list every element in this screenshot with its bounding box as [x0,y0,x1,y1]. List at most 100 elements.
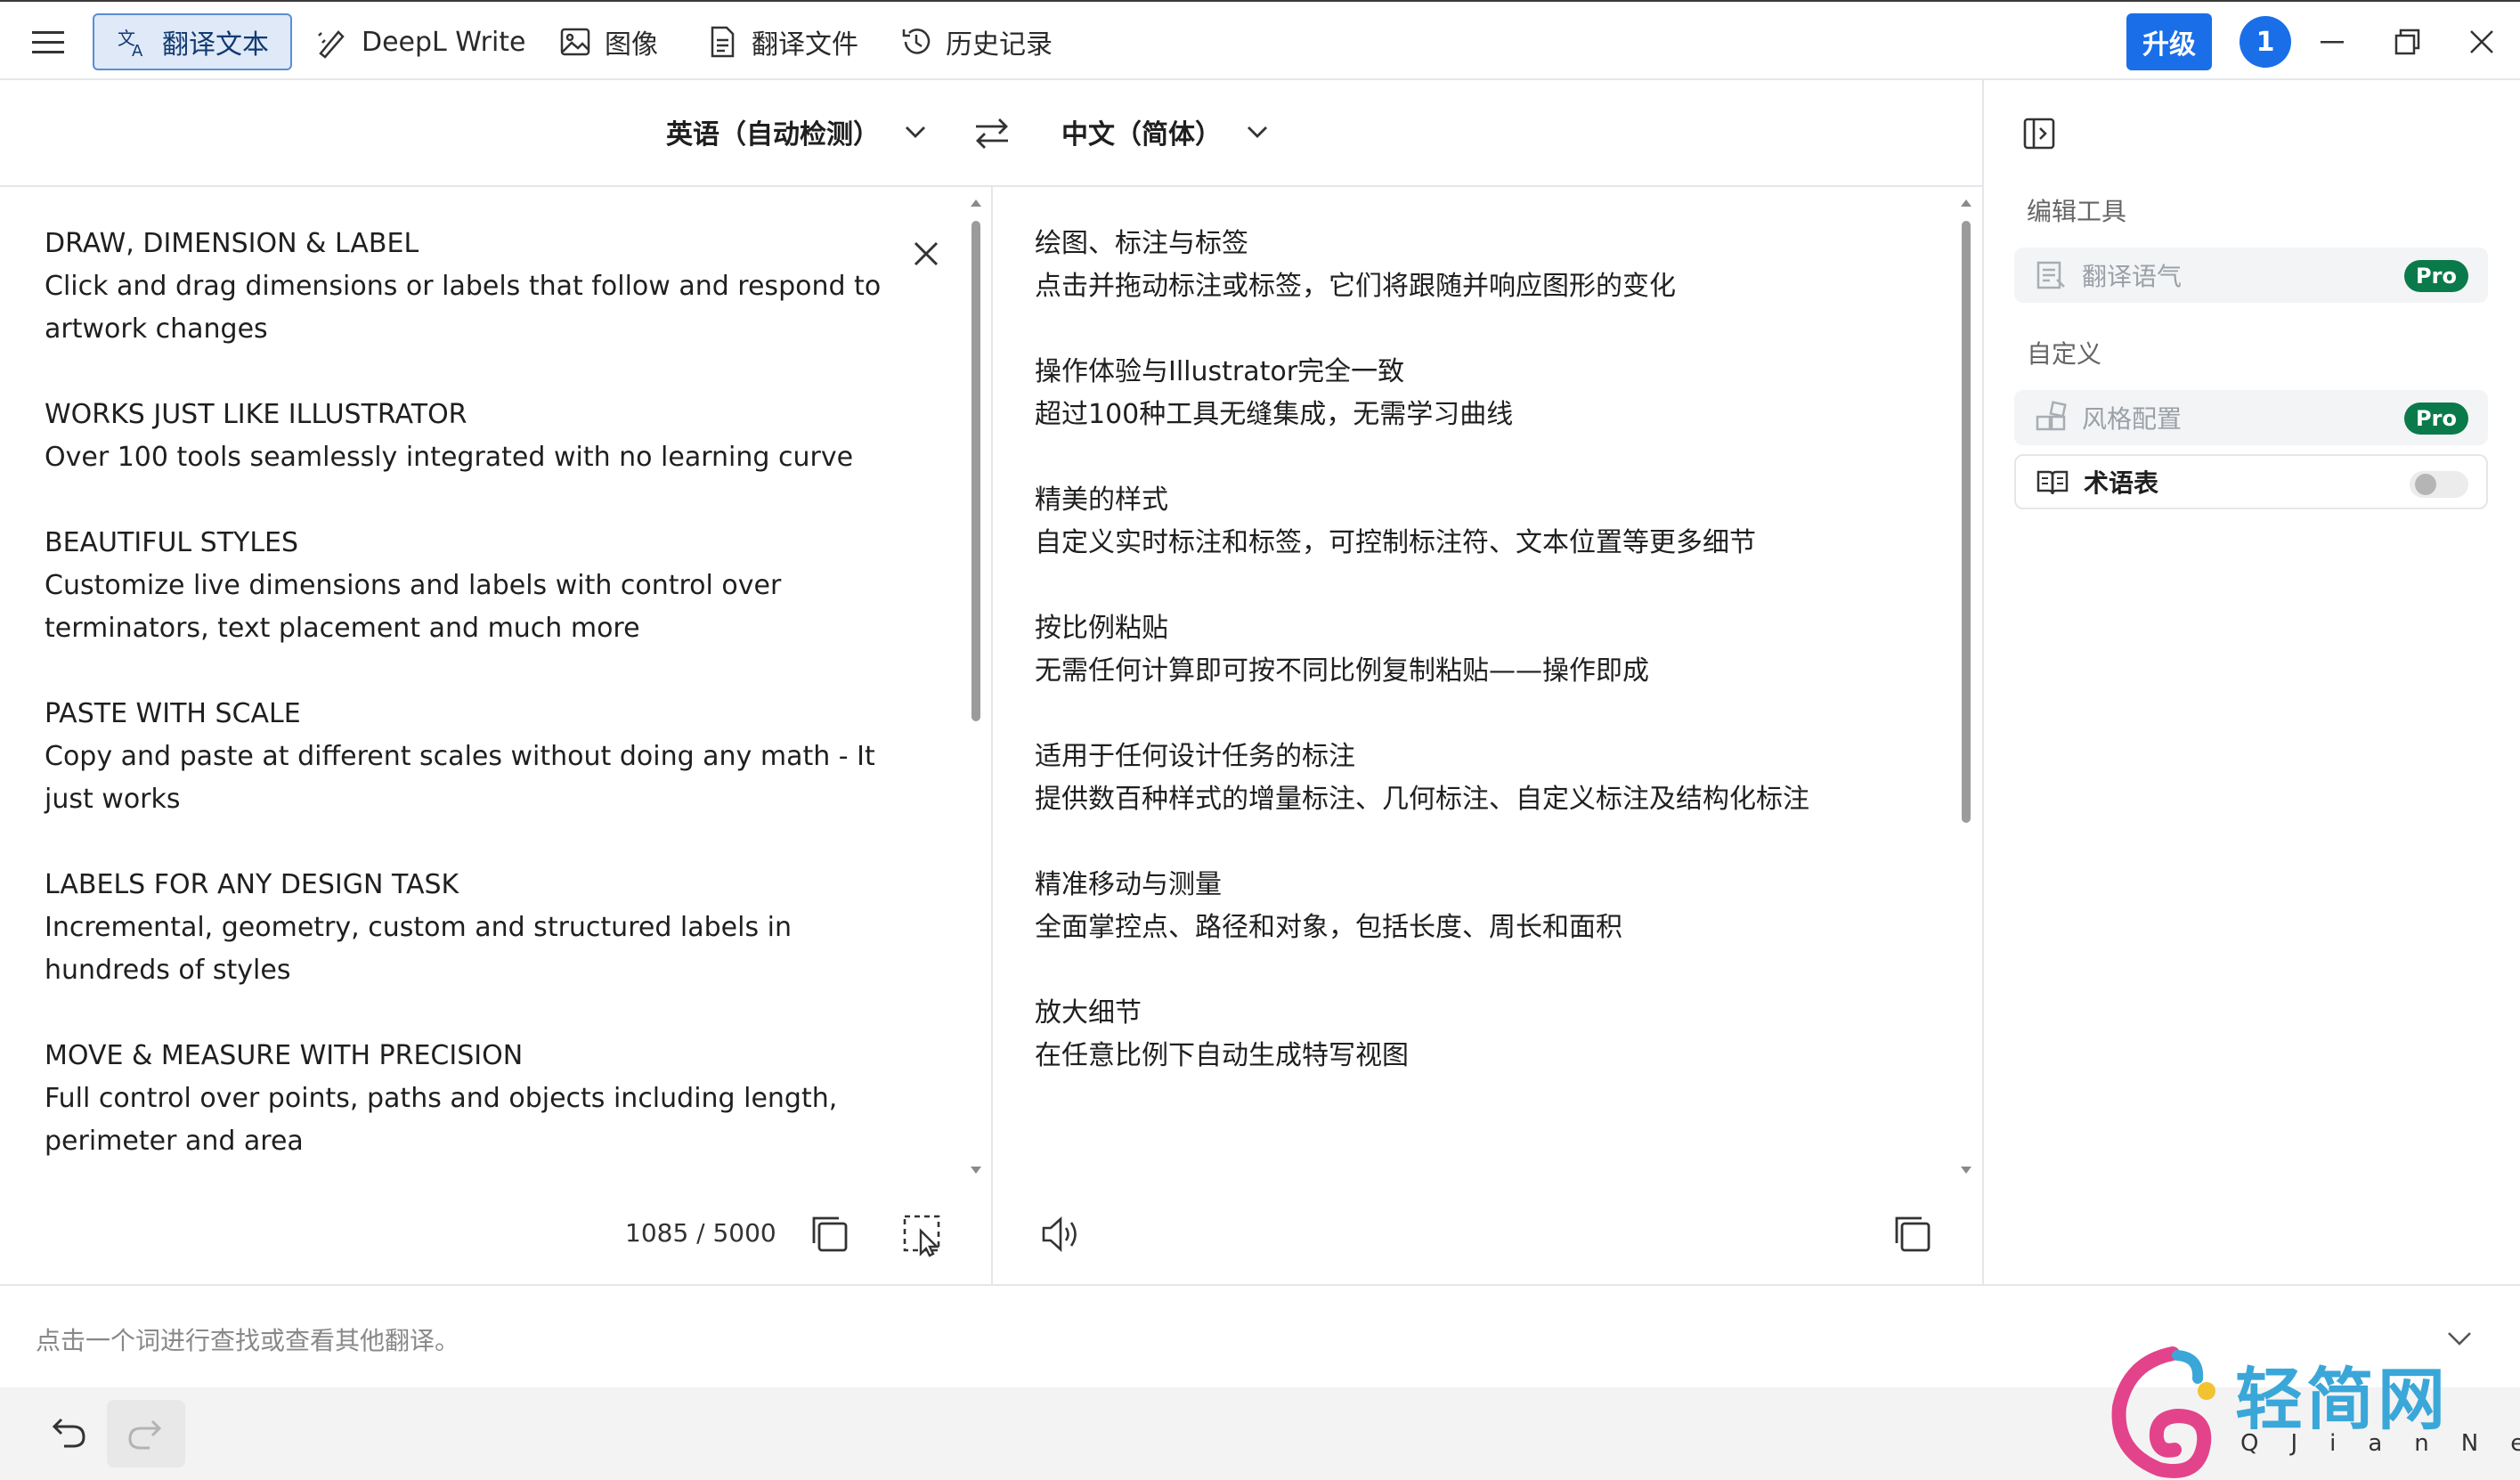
edit-tools-title: 编辑工具 [2027,197,2127,226]
target-paragraph: 精美的样式自定义实时标注和标签，可控制标注符、文本位置等更多细节 [1035,479,1836,565]
lookup-hint: 点击一个词进行查找或查看其他翻译。 [36,1326,460,1355]
target-heading: 精准移动与测量 [1035,869,1222,900]
sidebar-divider [1982,80,1984,1284]
source-language-select[interactable]: 英语（自动检测） [666,112,931,151]
target-heading: 按比例粘贴 [1035,613,1168,644]
speaker-icon[interactable] [1038,1211,1085,1257]
style-config-option[interactable]: 风格配置 Pro [2014,390,2488,445]
panel-divider [991,187,993,1284]
scroll-up-icon[interactable] [969,196,983,210]
source-heading: LABELS FOR ANY DESIGN TASK [45,869,459,900]
document-icon [705,25,739,59]
copy-source-icon[interactable] [807,1211,853,1257]
watermark-name: 轻简网 [2235,1360,2449,1439]
target-language-label: 中文（简体） [1061,119,1222,150]
target-paragraph: 绘图、标注与标签 点击并拖动标注或标签，它们将跟随并响应图形的变化 [1035,223,1836,308]
write-icon [315,25,349,59]
tab-label: 图像 [605,29,658,61]
book-icon [2036,465,2069,499]
tone-icon [2034,258,2068,292]
copy-translation-icon[interactable] [1890,1211,1936,1257]
restore-icon[interactable] [2386,21,2427,62]
target-heading: 放大细节 [1035,997,1142,1029]
source-body: Customize live dimensions and labels wit… [45,570,782,644]
language-bar: 英语（自动检测） 中文（简体） [0,80,1982,187]
image-icon [558,25,592,59]
swap-languages-icon[interactable] [971,114,1013,153]
toggle-knob [2415,474,2436,495]
tab-label: 历史记录 [946,29,1053,61]
target-text-area: 绘图、标注与标签 点击并拖动标注或标签，它们将跟随并响应图形的变化 操作体验与Il… [1035,223,1836,1184]
target-body: 点击并拖动标注或标签，它们将跟随并响应图形的变化 [1035,271,1676,302]
close-window-icon[interactable] [2461,21,2502,62]
tab-label: 翻译文件 [752,29,858,61]
scroll-up-icon[interactable] [1959,196,1973,210]
menu-icon[interactable] [28,25,68,61]
character-counter: 1085 / 5000 [625,1218,776,1248]
tone-option[interactable]: 翻译语气 Pro [2014,248,2488,303]
upgrade-button[interactable]: 升级 [2126,13,2212,70]
tab-label: 翻译文本 [162,29,269,61]
target-body: 超过100种工具无缝集成，无需学习曲线 [1035,399,1514,430]
tab-translate-text[interactable]: 文A 翻译文本 [93,13,292,70]
source-text-area[interactable]: DRAW, DIMENSION & LABEL Click and drag di… [45,223,882,1206]
glossary-label: 术语表 [2084,468,2159,498]
pro-badge: Pro [2404,403,2468,435]
source-paragraph: WORKS JUST LIKE ILLUSTRATOR Over 100 tool… [45,394,882,479]
source-language-label: 英语（自动检测） [666,119,880,150]
tab-image[interactable]: 图像 [537,13,679,70]
glossary-option[interactable]: 术语表 [2014,454,2488,509]
source-scrollbar[interactable] [969,192,983,1183]
tab-translate-file[interactable]: 翻译文件 [684,13,880,70]
scroll-thumb[interactable] [1962,221,1971,823]
tab-history[interactable]: 历史记录 [878,13,1074,70]
history-icon [899,25,933,59]
clear-text-icon[interactable] [908,236,944,272]
glossary-toggle[interactable] [2410,471,2468,498]
watermark: 轻简网 QJianNet [2093,1336,2520,1478]
source-body: Copy and paste at different scales witho… [45,741,875,815]
target-body: 提供数百种样式的增量标注、几何标注、自定义标注及结构化标注 [1035,784,1809,815]
style-icon [2034,401,2068,435]
source-heading: DRAW, DIMENSION & LABEL [45,228,419,259]
watermark-logo-icon [2111,1346,2215,1478]
select-area-icon[interactable] [899,1211,946,1257]
svg-text:A: A [132,42,143,59]
target-scrollbar[interactable] [1959,192,1973,1183]
scroll-down-icon[interactable] [1959,1163,1973,1177]
minimize-icon[interactable] [2312,21,2353,62]
chevron-down-icon [899,116,931,148]
tab-label: DeepL Write [362,26,526,58]
scroll-down-icon[interactable] [969,1163,983,1177]
source-paragraph: BEAUTIFUL STYLES Customize live dimension… [45,522,882,650]
style-label: 风格配置 [2082,404,2183,434]
translate-icon: 文A [116,25,150,59]
target-body: 全面掌控点、路径和对象，包括长度、周长和面积 [1035,912,1622,943]
source-heading: PASTE WITH SCALE [45,698,301,729]
custom-title: 自定义 [2027,339,2102,369]
source-body: Incremental, geometry, custom and struct… [45,912,792,986]
redo-button[interactable] [107,1400,185,1468]
target-language-select[interactable]: 中文（简体） [1061,112,1273,151]
source-body: Full control over points, paths and obje… [45,1083,838,1157]
watermark-sub: QJianNet [2240,1430,2520,1457]
target-heading: 精美的样式 [1035,484,1168,516]
target-paragraph: 精准移动与测量全面掌控点、路径和对象，包括长度、周长和面积 [1035,864,1836,949]
target-heading: 操作体验与Illustrator完全一致 [1035,356,1405,387]
undo-icon[interactable] [45,1409,91,1455]
target-body: 自定义实时标注和标签，可控制标注符、文本位置等更多细节 [1035,527,1756,558]
scroll-thumb[interactable] [971,221,980,721]
target-body: 无需任何计算即可按不同比例复制粘贴——操作即成 [1035,655,1649,687]
target-paragraph: 适用于任何设计任务的标注 提供数百种样式的增量标注、几何标注、自定义标注及结构化标… [1035,736,1836,821]
source-paragraph: MOVE & MEASURE WITH PRECISION Full contro… [45,1035,882,1163]
tab-deepl-write[interactable]: DeepL Write [294,13,548,70]
sidebar-toggle-icon[interactable] [2021,116,2057,151]
source-paragraph: LABELS FOR ANY DESIGN TASK Incremental, g… [45,864,882,992]
source-paragraph: PASTE WITH SCALE Copy and paste at differ… [45,693,882,821]
target-paragraph: 放大细节在任意比例下自动生成特写视图 [1035,992,1836,1077]
target-body: 在任意比例下自动生成特写视图 [1035,1040,1409,1071]
source-heading: MOVE & MEASURE WITH PRECISION [45,1040,524,1071]
account-badge[interactable]: 1 [2240,16,2291,68]
tone-label: 翻译语气 [2082,262,2183,291]
target-paragraph: 按比例粘贴无需任何计算即可按不同比例复制粘贴——操作即成 [1035,607,1836,693]
